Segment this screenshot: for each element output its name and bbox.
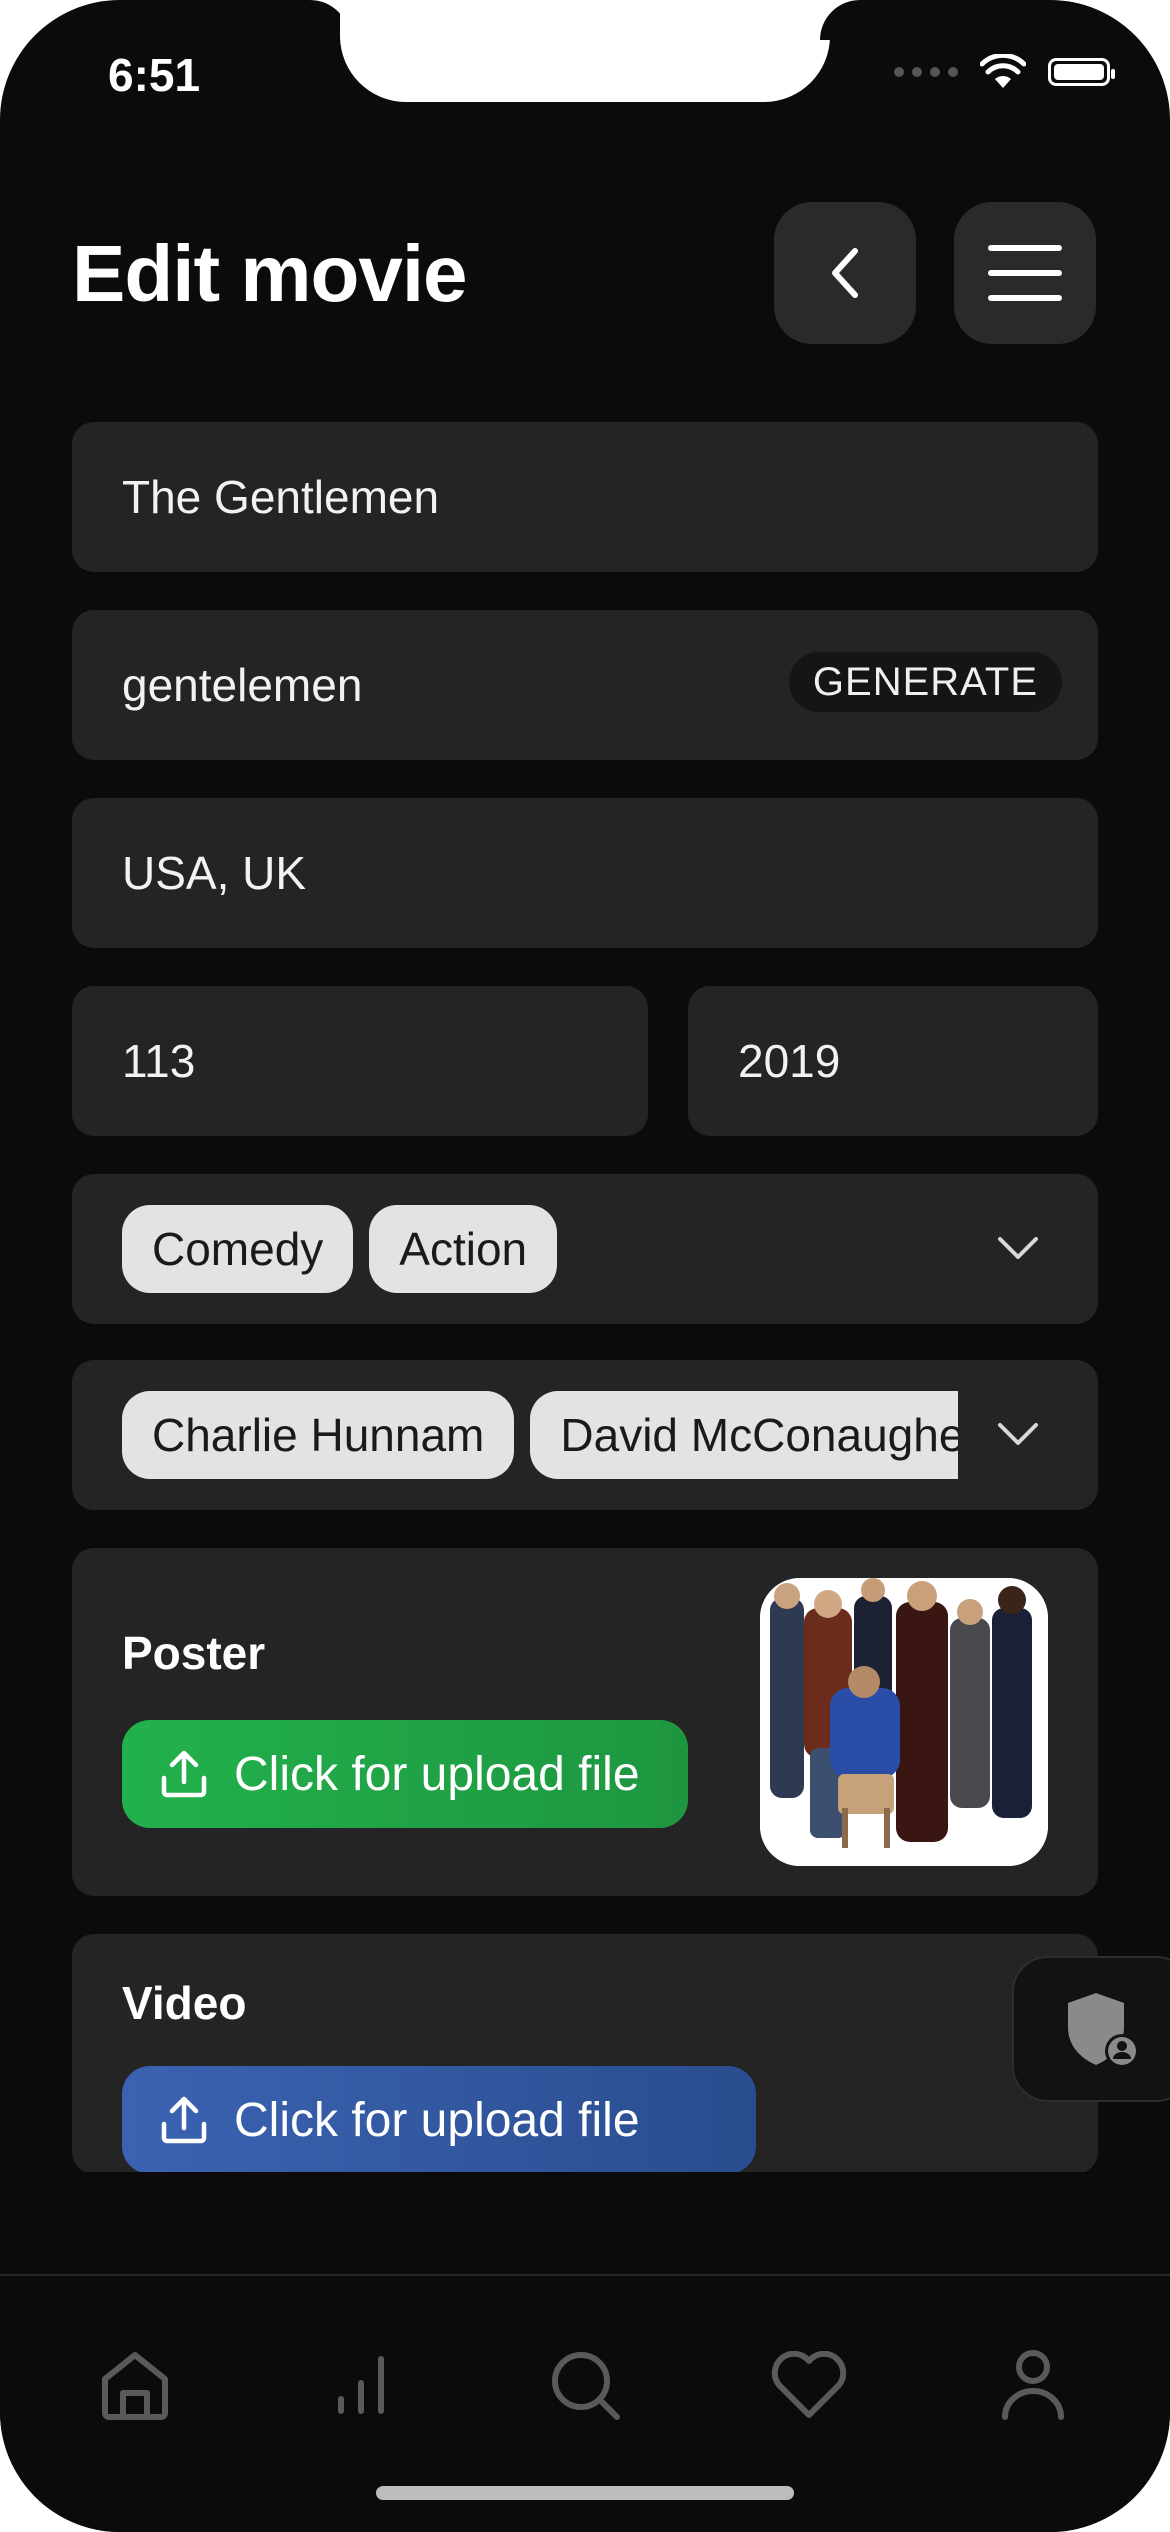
year-value: 2019 bbox=[738, 1035, 841, 1087]
poster-card: Poster Click for upload file bbox=[72, 1548, 1098, 1896]
home-indicator bbox=[376, 2486, 794, 2500]
heart-icon bbox=[771, 2351, 847, 2418]
cellular-signal-icon bbox=[894, 67, 958, 77]
chevron-down-icon[interactable] bbox=[996, 1410, 1040, 1460]
tab-search[interactable] bbox=[540, 2340, 630, 2430]
poster-image bbox=[760, 1578, 1048, 1866]
genre-chip-comedy[interactable]: Comedy bbox=[122, 1205, 354, 1293]
menu-button[interactable] bbox=[954, 202, 1096, 344]
poster-label: Poster bbox=[122, 1627, 266, 1679]
phone-screen: 6:51 Edit movie The Gentlemen gentelemen… bbox=[0, 0, 1170, 2532]
stats-icon bbox=[338, 2356, 384, 2414]
countries-value: USA, UK bbox=[122, 847, 307, 899]
chevron-left-icon bbox=[832, 248, 858, 298]
privacy-shield-button[interactable] bbox=[1012, 1956, 1170, 2102]
status-time: 6:51 bbox=[108, 49, 201, 101]
slug-value: gentelemen bbox=[122, 659, 363, 711]
tab-profile[interactable] bbox=[988, 2340, 1078, 2430]
upload-icon bbox=[161, 1750, 207, 1798]
duration-field[interactable]: 113 bbox=[72, 986, 648, 1136]
poster-upload-label: Click for upload file bbox=[234, 1747, 640, 1801]
genres-select[interactable]: Comedy Action bbox=[72, 1174, 1098, 1324]
slug-field[interactable]: gentelemen GENERATE bbox=[72, 610, 1098, 760]
page-title: Edit movie bbox=[72, 229, 468, 318]
actor-chip-charlie-hunnam[interactable]: Charlie Hunnam bbox=[122, 1391, 515, 1479]
video-upload-button[interactable]: Click for upload file bbox=[122, 2066, 756, 2174]
actor-chip-david-mcconaughey[interactable]: David McConaughey bbox=[530, 1391, 958, 1479]
movie-title-value: The Gentlemen bbox=[122, 471, 440, 523]
profile-icon bbox=[1002, 2350, 1064, 2420]
search-icon bbox=[552, 2352, 620, 2420]
actors-chip-row: Charlie Hunnam David McConaughey bbox=[122, 1391, 958, 1479]
duration-value: 113 bbox=[122, 1035, 196, 1087]
year-field[interactable]: 2019 bbox=[688, 986, 1098, 1136]
video-label: Video bbox=[122, 1977, 247, 2029]
actors-select[interactable]: Charlie Hunnam David McConaughey bbox=[72, 1360, 1098, 1510]
video-upload-label: Click for upload file bbox=[234, 2093, 640, 2147]
battery-icon bbox=[1048, 58, 1115, 86]
tab-home[interactable] bbox=[90, 2340, 180, 2430]
back-button[interactable] bbox=[774, 202, 916, 344]
upload-icon bbox=[161, 2096, 207, 2144]
hamburger-menu-icon bbox=[988, 245, 1062, 301]
home-icon bbox=[102, 2352, 168, 2420]
chevron-down-icon[interactable] bbox=[996, 1224, 1040, 1274]
scroll-mask bbox=[0, 2172, 1170, 2274]
notch-corner bbox=[820, 0, 860, 40]
notch bbox=[340, 0, 830, 102]
poster-illustration bbox=[760, 1578, 1048, 1866]
status-icons bbox=[894, 54, 1115, 90]
countries-field[interactable]: USA, UK bbox=[72, 798, 1098, 948]
poster-upload-button[interactable]: Click for upload file bbox=[122, 1720, 688, 1828]
tab-stats[interactable] bbox=[316, 2340, 406, 2430]
genres-chip-row: Comedy Action bbox=[122, 1205, 958, 1293]
video-card: Video Click for upload file bbox=[72, 1934, 1098, 2174]
movie-title-field[interactable]: The Gentlemen bbox=[72, 422, 1098, 572]
shield-user-icon bbox=[1068, 1993, 1139, 2068]
tab-favorites[interactable] bbox=[764, 2340, 854, 2430]
genre-chip-action[interactable]: Action bbox=[369, 1205, 558, 1293]
wifi-icon bbox=[980, 54, 1026, 88]
generate-button[interactable]: GENERATE bbox=[788, 652, 1062, 712]
